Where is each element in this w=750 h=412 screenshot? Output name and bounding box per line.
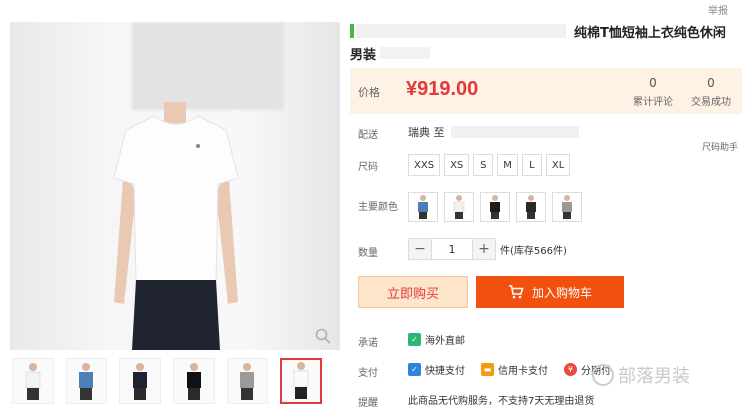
thumbnail-image: [133, 363, 148, 400]
add-to-cart-label: 加入购物车: [531, 285, 592, 300]
shipping-text: 瑞典 至: [408, 126, 445, 139]
thumbnail[interactable]: [12, 358, 54, 404]
title-redacted-block: [356, 24, 566, 38]
thumbnail[interactable]: [226, 358, 269, 404]
color-options: [408, 192, 582, 222]
blurred-face: [132, 22, 284, 110]
promise-label: 承诺: [358, 338, 378, 349]
notice-text: 此商品无代购服务，不支持7天无理由退货: [408, 396, 595, 407]
model-figure: [113, 102, 239, 350]
size-chart-link[interactable]: 尺码助手: [702, 140, 738, 153]
main-product-image[interactable]: [10, 22, 340, 350]
payment-method: ✓ 快捷支付: [408, 362, 465, 377]
thumbnail[interactable]: [119, 358, 161, 404]
shipping-value[interactable]: 瑞典 至: [408, 124, 579, 140]
sales-count[interactable]: 0 交易成功: [684, 76, 738, 108]
shipping-redacted-block: [450, 126, 579, 138]
thumbnail[interactable]: [65, 358, 108, 404]
cart-icon: [508, 285, 524, 299]
size-option[interactable]: XXS: [408, 154, 441, 176]
payment-method-label: 快捷支付: [425, 366, 465, 377]
shipping-label: 配送: [358, 130, 378, 141]
huabei-icon: ¥: [564, 363, 577, 376]
swatch-shirt-icon: [562, 195, 572, 219]
color-swatch-white[interactable]: [444, 192, 474, 222]
payment-method-label: 信用卡支付: [498, 366, 548, 377]
swatch-shirt-icon: [418, 195, 428, 219]
thumbnail-image: [25, 363, 41, 400]
stat-label: 累计评论: [633, 97, 673, 108]
stat-number: 0: [707, 76, 715, 90]
size-option[interactable]: L: [521, 154, 542, 176]
watermark: 部落男装: [592, 362, 690, 388]
buy-now-button[interactable]: 立即购买: [358, 276, 468, 308]
payment-method: ▬ 信用卡支付: [481, 362, 548, 377]
thumbnail-image: [186, 363, 201, 400]
size-label: 尺码: [358, 162, 378, 173]
price-label: 价格: [358, 86, 380, 99]
quantity-input[interactable]: 1: [432, 238, 472, 260]
overseas-shipping-icon: ✓: [408, 333, 421, 346]
product-title: 纯棉T恤短袖上衣纯色休闲 男装: [350, 22, 742, 63]
wechat-logo-icon: [592, 364, 614, 386]
zoom-icon[interactable]: [315, 328, 331, 344]
quantity-plus-button[interactable]: +: [472, 238, 496, 260]
size-option[interactable]: XL: [545, 154, 571, 176]
swatch-shirt-icon: [490, 195, 500, 219]
stat-label: 交易成功: [691, 97, 731, 108]
watermark-text: 部落男装: [618, 366, 690, 387]
quantity-label: 数量: [358, 248, 378, 259]
title-line-1: 纯棉T恤短袖上衣纯色休闲: [574, 25, 726, 41]
stock-text: 件(库存566件): [500, 245, 567, 257]
price-value: ¥919.00: [406, 78, 479, 100]
thumbnail-image: [293, 362, 309, 399]
size-option[interactable]: S: [473, 154, 494, 176]
price-panel: 价格 ¥919.00 0 累计评论 0 交易成功: [350, 68, 742, 114]
size-options: XXS XS S M L XL: [408, 154, 571, 176]
thumbnail[interactable]: [172, 358, 215, 404]
quantity-minus-button[interactable]: −: [408, 238, 432, 260]
size-option[interactable]: M: [497, 154, 518, 176]
swatch-shirt-icon: [453, 195, 465, 219]
swatch-shirt-icon: [526, 195, 536, 219]
title-redacted-block: [380, 47, 431, 59]
color-swatch-blue[interactable]: [408, 192, 438, 222]
thumbnail-strip: [12, 358, 322, 406]
promise-text: 海外直邮: [425, 336, 465, 347]
thumbnail-selected[interactable]: [280, 358, 322, 404]
color-swatch-black-2[interactable]: [516, 192, 546, 222]
add-to-cart-button[interactable]: 加入购物车: [476, 276, 624, 308]
quantity-stepper: − 1 + 件(库存566件): [408, 238, 567, 260]
thumbnail-image: [79, 363, 94, 400]
size-option[interactable]: XS: [444, 154, 470, 176]
payment-label: 支付: [358, 368, 378, 379]
color-swatch-black[interactable]: [480, 192, 510, 222]
color-swatch-grey[interactable]: [552, 192, 582, 222]
color-label: 主要颜色: [358, 202, 398, 213]
quick-pay-icon: ✓: [408, 363, 421, 376]
credit-card-icon: ▬: [481, 363, 494, 376]
review-count[interactable]: 0 累计评论: [626, 76, 680, 108]
stat-number: 0: [649, 76, 657, 90]
report-link[interactable]: 举报: [708, 2, 728, 17]
title-line-2: 男装: [350, 47, 377, 63]
promise-item: ✓ 海外直邮: [408, 332, 465, 347]
thumbnail-image: [240, 363, 255, 400]
title-tag-marker: [350, 24, 354, 38]
notice-label: 提醒: [358, 398, 378, 409]
